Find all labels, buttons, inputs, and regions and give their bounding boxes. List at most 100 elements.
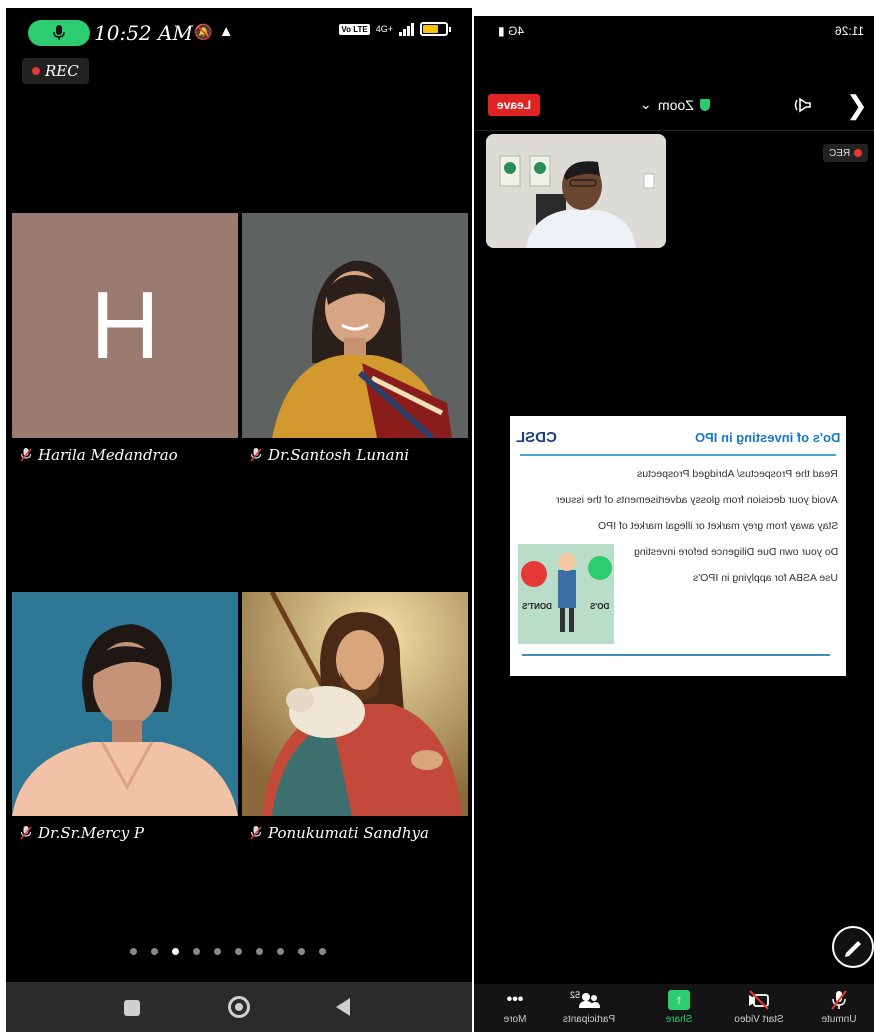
share-button[interactable]: ↑ Share [644,988,714,1025]
mute-notifications-icon: 🔕 [194,24,213,41]
participant-photo [12,592,238,816]
unmute-label: Unmute [821,1014,857,1025]
microphone-icon [53,25,65,40]
page-dot[interactable] [298,948,305,955]
participant-name-mercy: Dr.Sr.Mercy P [20,824,144,842]
meeting-title: Zoom [657,96,694,113]
meeting-title-dropdown[interactable]: ⌄ Zoom [640,96,710,113]
shield-icon [699,98,710,111]
participant-name-text: Ponukumati Sandhya [268,824,429,842]
page-dot[interactable] [151,948,158,955]
cdsl-logo: CDSL [516,428,557,446]
participants-label: Participants [562,1014,616,1025]
page-dot[interactable] [256,948,263,955]
participant-name-text: Dr.Sr.Mercy P [38,824,145,842]
volte-icon: Vo LTE [339,23,370,35]
slide-footer-line [522,654,830,656]
page-dot[interactable] [277,948,284,955]
muted-mic-icon [250,448,262,462]
speaker-icon[interactable] [792,94,818,116]
participants-count: 52 [570,990,581,1000]
start-video-label: Start Video [734,1014,784,1025]
recording-label: REC [45,62,79,80]
signal-bars-icon [399,22,414,36]
page-dot[interactable] [319,948,326,955]
more-button[interactable]: ••• More [480,988,550,1025]
participant-name-santosh: Dr.Santosh Lunani [250,446,409,464]
slide-bullet: Do your own Due Diligence before investi… [633,546,838,558]
dos-label: DO'S [590,602,610,611]
android-nav-bar [6,982,472,1032]
header-divider [474,130,874,131]
slide-bullet: Use ASBA for applying in IPO's [693,572,838,584]
page-dot-active[interactable] [172,948,179,955]
video-off-icon [724,988,794,1012]
chevron-down-icon: ⌄ [640,96,652,112]
active-speaker-video[interactable] [486,134,666,248]
page-dot[interactable] [130,948,137,955]
slide-bullet: Avoid your decision from glossy advertis… [556,494,838,506]
muted-mic-icon [250,826,262,840]
status-notification-icons: 🔕 ▲ [194,23,234,41]
leave-button[interactable]: Leave [488,94,540,116]
participant-tile-mercy[interactable] [12,592,238,816]
mic-off-icon [804,988,874,1012]
pencil-icon [845,941,861,957]
screenshot-composite: 10:52 AM 🔕 ▲ Vo LTE 4G+ REC H Harila Med… [0,0,874,1035]
status-right-time: 11:26 [835,24,864,38]
recording-dot-icon [854,149,862,157]
home-button[interactable] [228,996,250,1018]
status-bar: 10:52 AM 🔕 ▲ Vo LTE 4G+ [6,8,472,52]
participant-name-harila: Harila Medandrao [20,446,178,464]
participant-photo [242,213,468,438]
share-label: Share [665,1014,693,1025]
annotate-button[interactable] [832,926,874,968]
right-phone-screen: ▮ 4G 11:26 Leave ⌄ Zoom ❯ REC CDSL Do's … [474,16,874,1032]
dos-donts-figure [521,553,612,632]
status-left-icons: ▮ 4G [498,24,524,38]
slide-title: Do's of investing in IPO [694,429,840,445]
participant-name-text: Dr.Santosh Lunani [268,446,410,464]
more-icon: ••• [506,991,524,1008]
muted-mic-icon [20,448,32,462]
page-dot[interactable] [235,948,242,955]
recents-button[interactable] [124,1000,140,1016]
participant-name-sandhya: Ponukumati Sandhya [250,824,429,842]
chevron-right-icon[interactable]: ❯ [846,92,868,118]
back-button[interactable] [336,998,350,1016]
slide-title-underline [520,454,836,456]
recording-dot-icon [32,67,40,75]
donts-label: DONT'S [522,602,552,611]
recording-badge: REC [22,58,89,84]
recording-label: REC [828,147,850,159]
participants-icon: 52 [554,988,624,1012]
slide-bullet: Read the Prospectus/ Abridged Prospectus [637,468,838,480]
avatar-letter: H [90,271,160,379]
unmute-button[interactable]: Unmute [804,988,874,1025]
status-system-icons: Vo LTE 4G+ [339,22,451,36]
network-type: 4G+ [375,23,393,34]
participant-photo [242,592,468,816]
start-video-button[interactable]: Start Video [724,988,794,1025]
participant-tile-santosh[interactable] [242,213,468,438]
battery-icon: ▮ [498,24,505,38]
recording-badge: REC [822,144,868,162]
participant-tile-harila[interactable]: H [12,213,238,438]
battery-icon [420,22,451,36]
participant-tile-sandhya[interactable] [242,592,468,816]
active-mic-indicator[interactable] [28,20,90,46]
page-dot[interactable] [214,948,221,955]
slide-bullet: Stay away from grey market or illegal ma… [597,520,838,532]
leave-label: Leave [496,98,532,112]
snapchat-icon: ▲ [218,23,234,40]
meeting-toolbar: ••• More 52 Participants ↑ Share Start V… [474,984,874,1032]
participants-button[interactable]: 52 Participants [554,988,624,1025]
status-time: 11:26 [834,24,864,38]
more-label: More [503,1014,527,1025]
gallery-page-indicator[interactable] [130,948,326,955]
share-icon: ↑ [644,988,714,1012]
left-phone-screen: 10:52 AM 🔕 ▲ Vo LTE 4G+ REC H Harila Med… [6,8,472,1032]
slide-header: CDSL Do's of investing in IPO [516,426,840,448]
participant-name-text: Harila Medandrao [38,446,178,464]
page-dot[interactable] [193,948,200,955]
